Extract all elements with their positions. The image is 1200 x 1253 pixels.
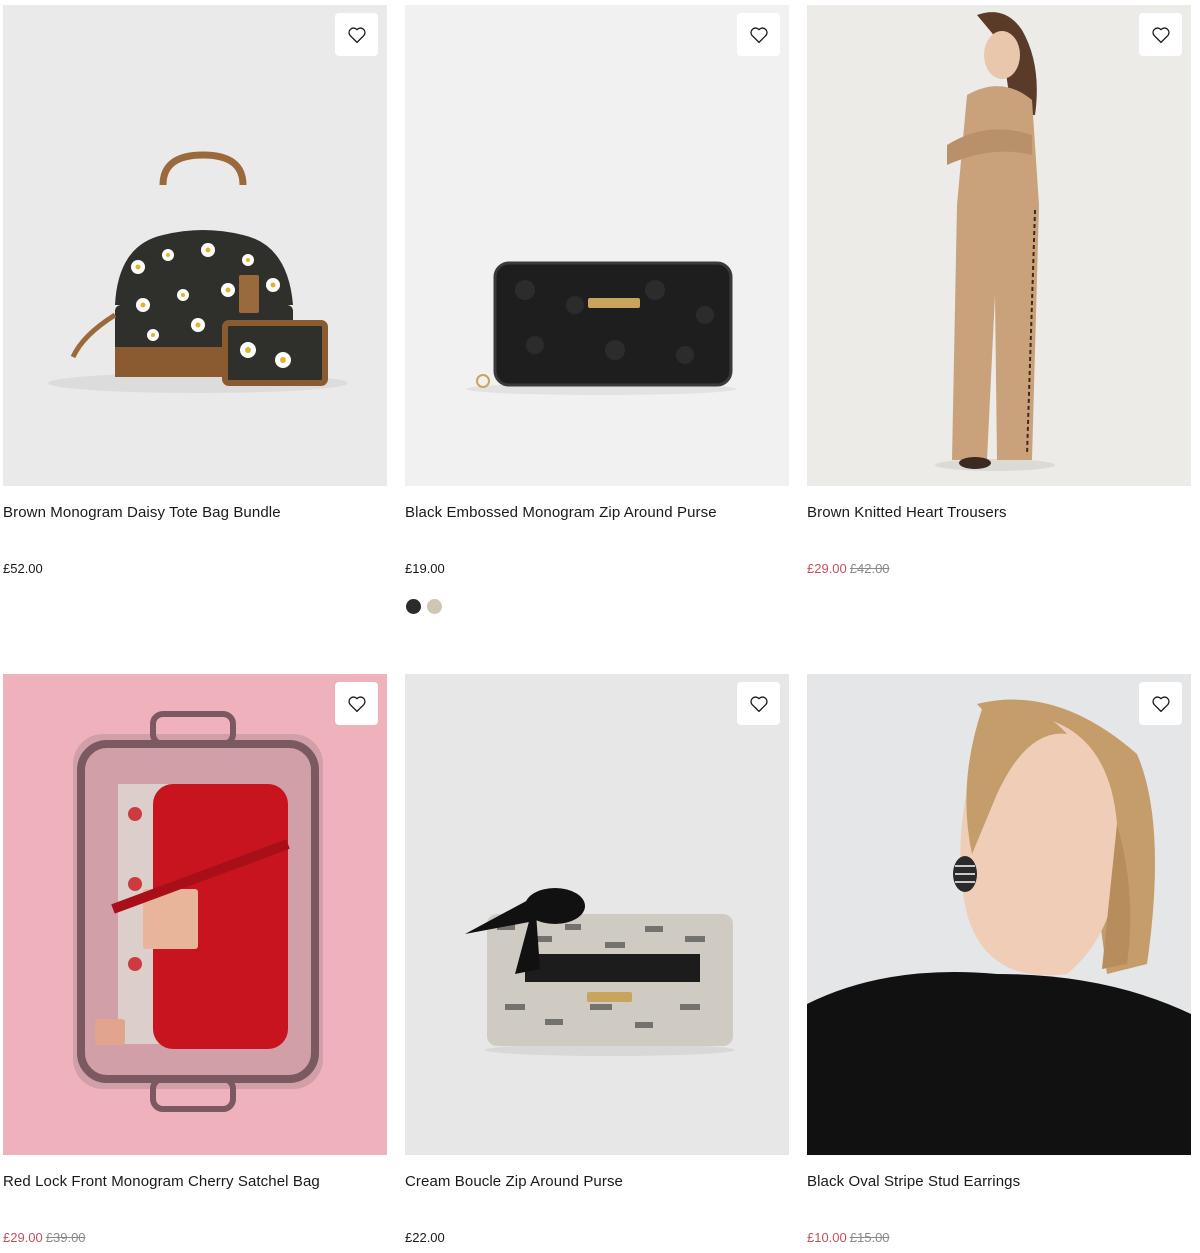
wishlist-button[interactable] bbox=[737, 682, 780, 725]
product-title[interactable]: Cream Boucle Zip Around Purse bbox=[405, 1173, 623, 1190]
model-earrings-illustration bbox=[807, 699, 1191, 1155]
product-price: £19.00 bbox=[405, 561, 445, 576]
product-image[interactable] bbox=[807, 5, 1191, 486]
boucle-purse-illustration bbox=[465, 888, 735, 1056]
product-price: £29.00 £39.00 bbox=[3, 1230, 86, 1245]
sale-price: £29.00 bbox=[3, 1230, 43, 1245]
heart-outline-icon bbox=[749, 695, 768, 712]
product-image[interactable] bbox=[405, 674, 789, 1155]
product-image[interactable] bbox=[3, 5, 387, 486]
product-price: £10.00 £15.00 bbox=[807, 1230, 890, 1245]
satchel-tray-illustration bbox=[73, 711, 323, 1112]
current-price: £52.00 bbox=[3, 561, 43, 576]
product-image[interactable] bbox=[405, 5, 789, 486]
wishlist-button[interactable] bbox=[737, 13, 780, 56]
product-title[interactable]: Black Embossed Monogram Zip Around Purse bbox=[405, 504, 717, 521]
product-title[interactable]: Red Lock Front Monogram Cherry Satchel B… bbox=[3, 1173, 320, 1190]
tote-bag-illustration bbox=[48, 151, 348, 393]
product-title[interactable]: Brown Knitted Heart Trousers bbox=[807, 504, 1007, 521]
sale-price: £29.00 bbox=[807, 561, 847, 576]
product-image[interactable] bbox=[3, 674, 387, 1155]
swatch-black[interactable] bbox=[406, 599, 421, 614]
current-price: £19.00 bbox=[405, 561, 445, 576]
product-price: £29.00 £42.00 bbox=[807, 561, 890, 576]
product-price: £22.00 bbox=[405, 1230, 445, 1245]
heart-outline-icon bbox=[1151, 26, 1170, 43]
product-title[interactable]: Black Oval Stripe Stud Earrings bbox=[807, 1173, 1020, 1190]
was-price: £39.00 bbox=[45, 1230, 86, 1245]
was-price: £15.00 bbox=[849, 1230, 890, 1245]
heart-outline-icon bbox=[1151, 695, 1170, 712]
colour-swatches bbox=[406, 599, 442, 614]
heart-outline-icon bbox=[749, 26, 768, 43]
wishlist-button[interactable] bbox=[335, 13, 378, 56]
product-title[interactable]: Brown Monogram Daisy Tote Bag Bundle bbox=[3, 504, 281, 521]
wishlist-button[interactable] bbox=[1139, 682, 1182, 725]
heart-outline-icon bbox=[347, 26, 366, 43]
heart-outline-icon bbox=[347, 695, 366, 712]
model-trousers-illustration bbox=[935, 12, 1055, 471]
wishlist-button[interactable] bbox=[335, 682, 378, 725]
sale-price: £10.00 bbox=[807, 1230, 847, 1245]
product-image[interactable] bbox=[807, 674, 1191, 1155]
product-price: £52.00 bbox=[3, 561, 43, 576]
wishlist-button[interactable] bbox=[1139, 13, 1182, 56]
swatch-cream[interactable] bbox=[427, 599, 442, 614]
was-price: £42.00 bbox=[849, 561, 890, 576]
purse-illustration bbox=[466, 261, 736, 395]
current-price: £22.00 bbox=[405, 1230, 445, 1245]
